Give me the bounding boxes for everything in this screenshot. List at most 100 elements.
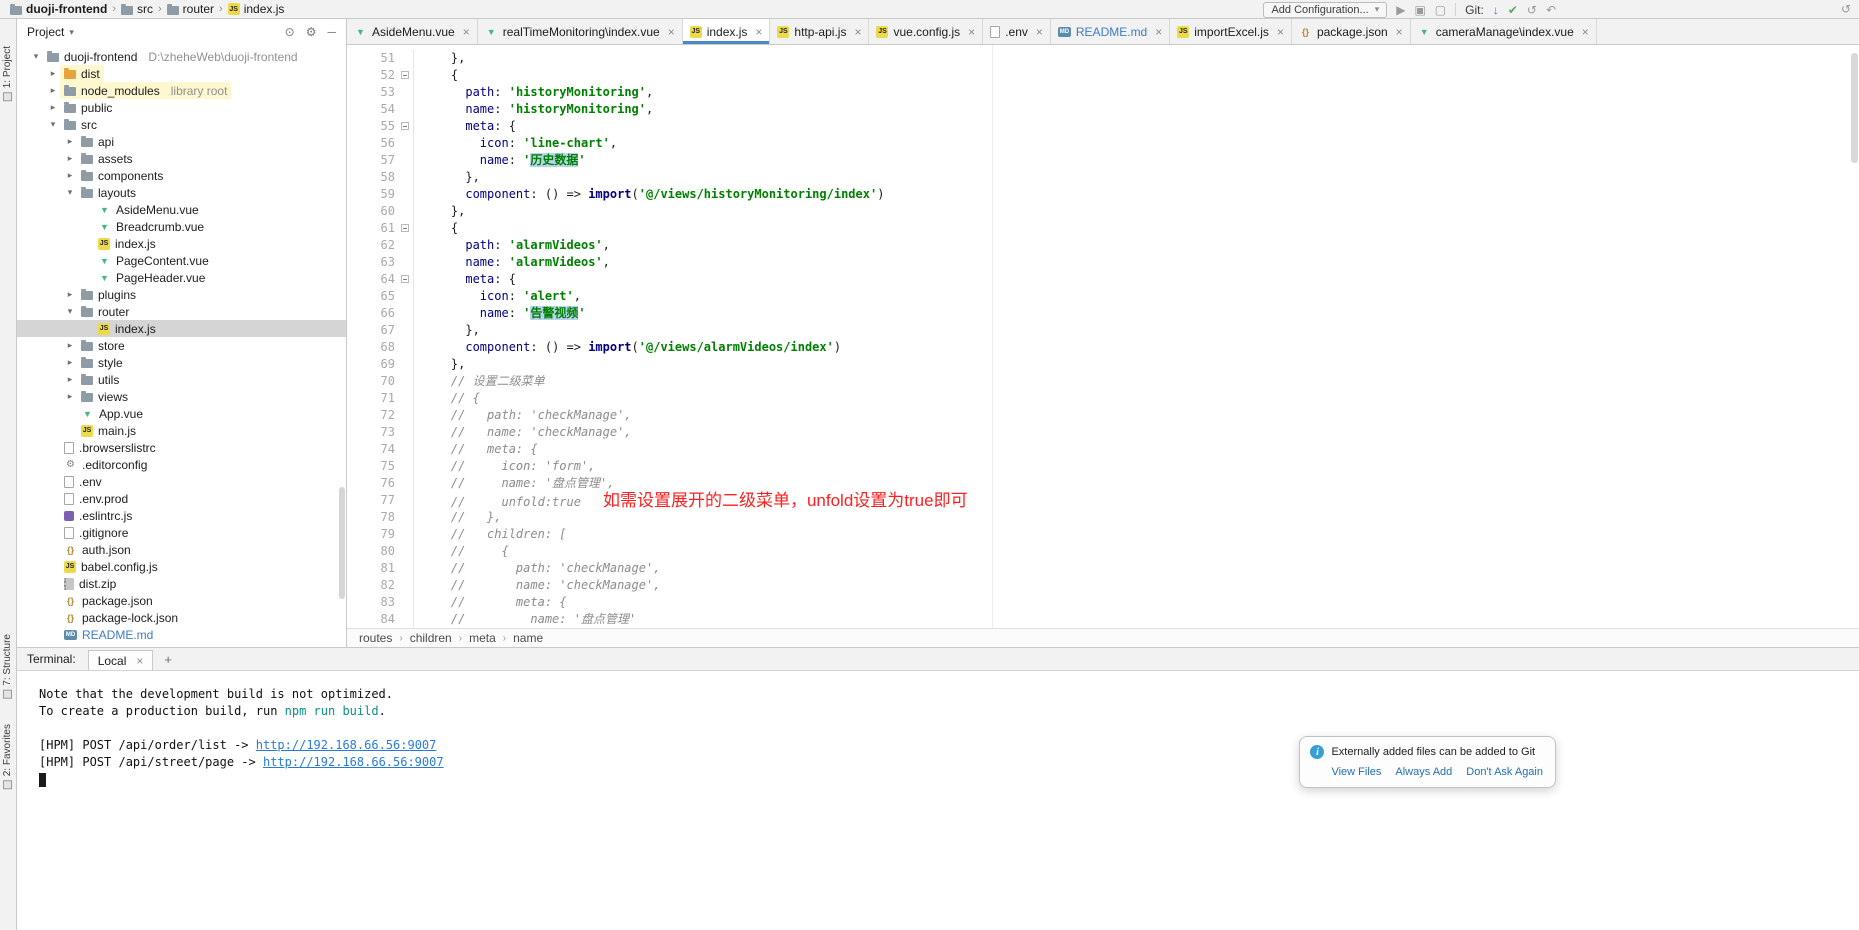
- tree-item-browserslistrc[interactable]: .browserslistrc: [17, 439, 346, 456]
- expand-arrow-icon[interactable]: ▾: [29, 51, 43, 62]
- terminal-output[interactable]: Note that the development build is not o…: [17, 671, 1859, 930]
- close-icon[interactable]: ×: [1036, 25, 1043, 39]
- close-icon[interactable]: ×: [755, 25, 762, 39]
- line-number[interactable]: 70: [347, 373, 399, 390]
- close-icon[interactable]: ×: [854, 25, 861, 39]
- line-number[interactable]: 74: [347, 441, 399, 458]
- tree-item-editorconfig[interactable]: ⚙.editorconfig: [17, 456, 346, 473]
- terminal-link[interactable]: http://192.168.66.56:9007: [263, 755, 444, 769]
- code-breadcrumb-meta[interactable]: meta: [469, 631, 496, 645]
- expand-arrow-icon[interactable]: ▸: [63, 374, 77, 385]
- tree-item-public[interactable]: ▸public: [17, 99, 346, 116]
- line-number[interactable]: 80: [347, 543, 399, 560]
- tree-item-duoji-frontend[interactable]: ▾duoji-frontendD:\zheheWeb\duoji-fronten…: [17, 48, 346, 65]
- expand-arrow-icon[interactable]: ▸: [63, 289, 77, 300]
- editor-tab-package-json[interactable]: {}package.json×: [1292, 19, 1411, 44]
- rollback-icon[interactable]: ↶: [1546, 4, 1556, 16]
- code-line-55[interactable]: 55 meta: {: [347, 118, 1859, 135]
- line-number[interactable]: 58: [347, 169, 399, 186]
- tree-item-node-modules[interactable]: ▸node_moduleslibrary root: [17, 82, 346, 99]
- tree-item-package-json[interactable]: {}package.json: [17, 592, 346, 609]
- line-number[interactable]: 79: [347, 526, 399, 543]
- breadcrumb-item-router[interactable]: router: [165, 2, 216, 16]
- tree-item-env-prod[interactable]: .env.prod: [17, 490, 346, 507]
- breadcrumb-item-src[interactable]: src: [119, 2, 155, 16]
- tree-item-gitignore[interactable]: .gitignore: [17, 524, 346, 541]
- code-line-51[interactable]: 51 },: [347, 50, 1859, 67]
- fold-marker-icon[interactable]: [401, 122, 409, 130]
- line-number[interactable]: 78: [347, 509, 399, 526]
- terminal-link[interactable]: http://192.168.66.56:9007: [256, 738, 437, 752]
- code-line-78[interactable]: 78 // },: [347, 509, 1859, 526]
- chevron-down-icon[interactable]: ▾: [69, 27, 74, 38]
- breadcrumb-item-index-js[interactable]: JSindex.js: [226, 2, 287, 16]
- expand-arrow-icon[interactable]: ▸: [46, 102, 60, 113]
- close-icon[interactable]: ×: [1582, 25, 1589, 39]
- expand-arrow-icon[interactable]: ▸: [63, 340, 77, 351]
- tree-item-asidemenu-vue[interactable]: ▼AsideMenu.vue: [17, 201, 346, 218]
- notification-action-don-t-ask-again[interactable]: Don't Ask Again: [1466, 766, 1543, 778]
- tree-item-main-js[interactable]: JSmain.js: [17, 422, 346, 439]
- close-icon[interactable]: ×: [1155, 25, 1162, 39]
- notification-action-view-files[interactable]: View Files: [1331, 766, 1381, 778]
- close-icon[interactable]: ×: [1396, 25, 1403, 39]
- editor-tab-importexcel-js[interactable]: JSimportExcel.js×: [1170, 19, 1292, 44]
- line-number[interactable]: 61: [347, 220, 399, 237]
- line-number[interactable]: 64: [347, 271, 399, 288]
- hide-panel-icon[interactable]: ─: [327, 25, 336, 39]
- line-number[interactable]: 57: [347, 152, 399, 169]
- tree-item-views[interactable]: ▸views: [17, 388, 346, 405]
- tree-item-layouts[interactable]: ▾layouts: [17, 184, 346, 201]
- code-line-70[interactable]: 70 // 设置二级菜单: [347, 373, 1859, 390]
- code-line-56[interactable]: 56 icon: 'line-chart',: [347, 135, 1859, 152]
- new-terminal-button[interactable]: +: [159, 652, 177, 667]
- code-line-83[interactable]: 83 // meta: {: [347, 594, 1859, 611]
- code-line-82[interactable]: 82 // name: 'checkManage',: [347, 577, 1859, 594]
- code-line-79[interactable]: 79 // children: [: [347, 526, 1859, 543]
- line-number[interactable]: 65: [347, 288, 399, 305]
- code-line-77[interactable]: 77 // unfold:true如需设置展开的二级菜单，unfold设置为tr…: [347, 492, 1859, 509]
- code-editor[interactable]: 51 },52 {53 path: 'historyMonitoring',54…: [347, 45, 1859, 628]
- add-configuration-button[interactable]: Add Configuration... ▾: [1263, 2, 1387, 18]
- line-number[interactable]: 52: [347, 67, 399, 84]
- tree-item-src[interactable]: ▾src: [17, 116, 346, 133]
- code-breadcrumb-children[interactable]: children: [410, 631, 452, 645]
- line-number[interactable]: 71: [347, 390, 399, 407]
- code-line-54[interactable]: 54 name: 'historyMonitoring',: [347, 101, 1859, 118]
- code-line-84[interactable]: 84 // name: '盘点管理': [347, 611, 1859, 628]
- tree-item-env[interactable]: .env: [17, 473, 346, 490]
- notification-action-always-add[interactable]: Always Add: [1395, 766, 1452, 778]
- locate-file-icon[interactable]: ⊙: [285, 25, 295, 39]
- tree-item-utils[interactable]: ▸utils: [17, 371, 346, 388]
- tree-item-babel-config-js[interactable]: JSbabel.config.js: [17, 558, 346, 575]
- code-line-68[interactable]: 68 component: () => import('@/views/alar…: [347, 339, 1859, 356]
- editor-tab-realtimemonitoring-index-vue[interactable]: ▼realTimeMonitoring\index.vue×: [478, 19, 683, 44]
- line-number[interactable]: 59: [347, 186, 399, 203]
- tree-item-pageheader-vue[interactable]: ▼PageHeader.vue: [17, 269, 346, 286]
- expand-arrow-icon[interactable]: ▸: [63, 136, 77, 147]
- tree-item-index-js[interactable]: JSindex.js: [17, 235, 346, 252]
- code-line-60[interactable]: 60 },: [347, 203, 1859, 220]
- breadcrumb-item-duoji-frontend[interactable]: duoji-frontend: [8, 2, 109, 16]
- line-number[interactable]: 76: [347, 475, 399, 492]
- scrollbar-thumb[interactable]: [1851, 53, 1858, 163]
- history-icon[interactable]: ↺: [1527, 4, 1537, 16]
- line-number[interactable]: 53: [347, 84, 399, 101]
- tree-item-auth-json[interactable]: {}auth.json: [17, 541, 346, 558]
- tree-item-api[interactable]: ▸api: [17, 133, 346, 150]
- expand-arrow-icon[interactable]: ▸: [63, 391, 77, 402]
- expand-arrow-icon[interactable]: ▾: [46, 119, 60, 130]
- tree-item-app-vue[interactable]: ▼App.vue: [17, 405, 346, 422]
- line-number[interactable]: 66: [347, 305, 399, 322]
- expand-arrow-icon[interactable]: ▸: [63, 153, 77, 164]
- tree-item-plugins[interactable]: ▸plugins: [17, 286, 346, 303]
- line-number[interactable]: 62: [347, 237, 399, 254]
- line-number[interactable]: 75: [347, 458, 399, 475]
- code-line-69[interactable]: 69 },: [347, 356, 1859, 373]
- code-line-53[interactable]: 53 path: 'historyMonitoring',: [347, 84, 1859, 101]
- code-line-64[interactable]: 64 meta: {: [347, 271, 1859, 288]
- code-line-59[interactable]: 59 component: () => import('@/views/hist…: [347, 186, 1859, 203]
- tree-item-dist-zip[interactable]: dist.zip: [17, 575, 346, 592]
- line-number[interactable]: 73: [347, 424, 399, 441]
- project-panel-title[interactable]: Project: [27, 25, 64, 39]
